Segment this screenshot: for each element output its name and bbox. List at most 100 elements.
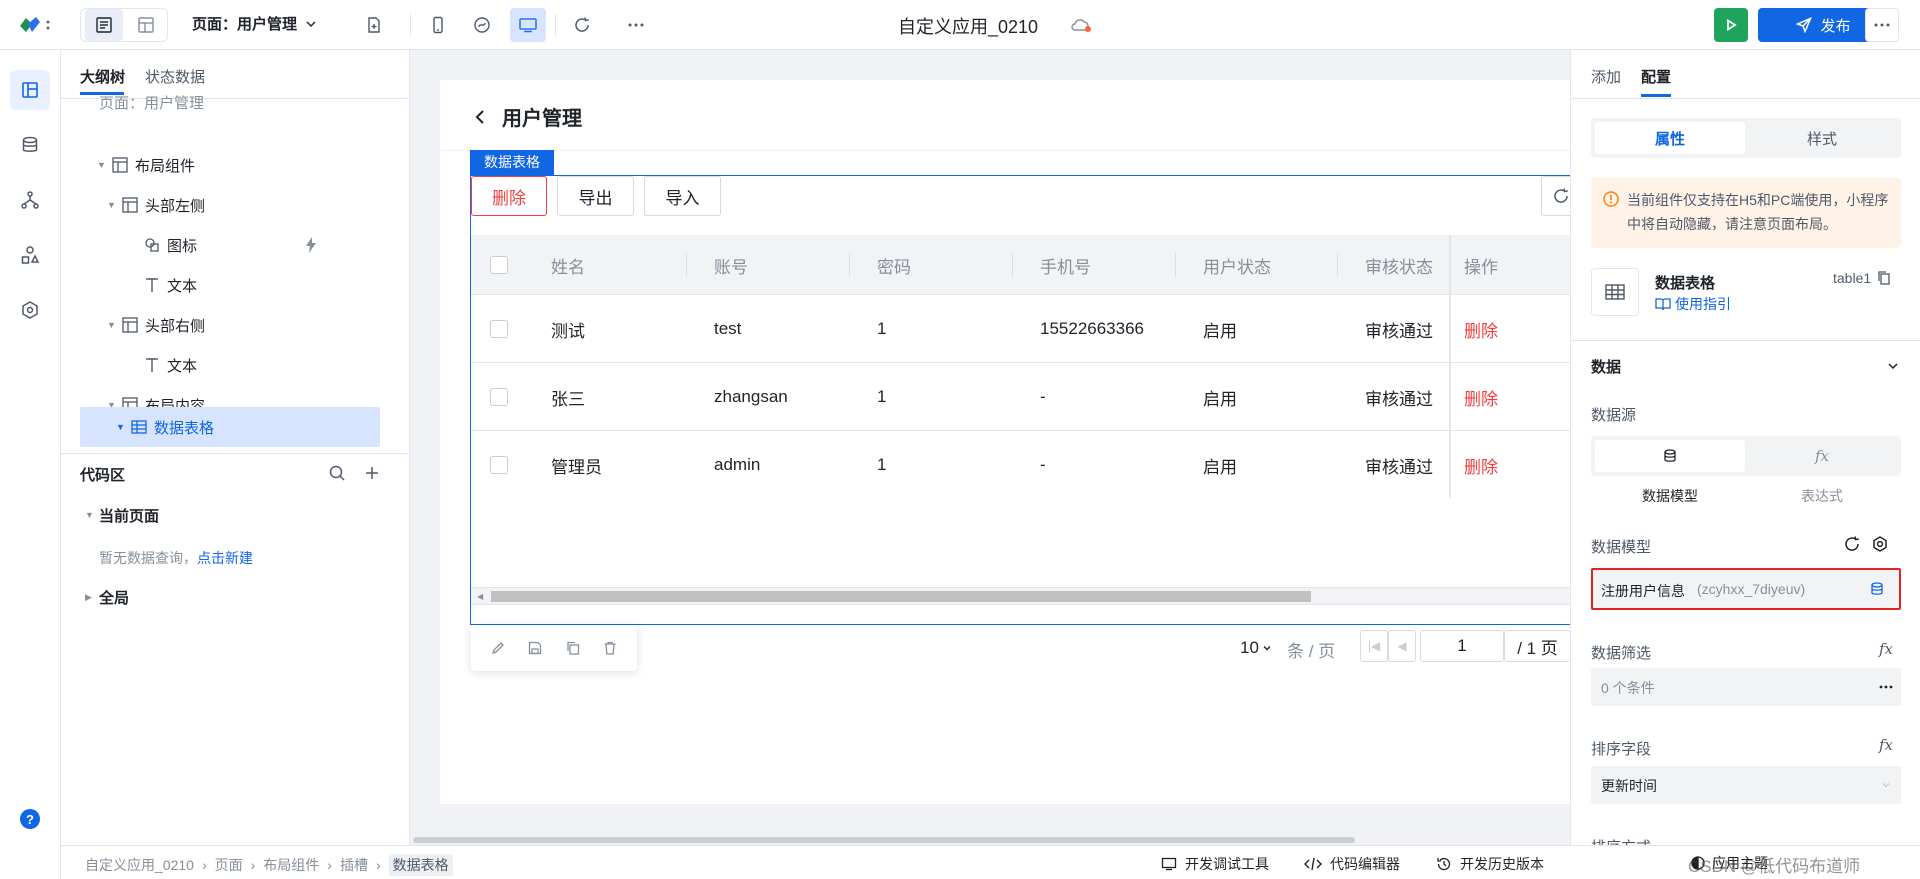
column-header[interactable]: 密码	[877, 235, 911, 295]
flow-icon[interactable]	[10, 180, 50, 220]
scrollbar-thumb[interactable]	[491, 591, 1311, 602]
save-icon[interactable]	[527, 640, 543, 656]
row-checkbox[interactable]	[490, 388, 508, 406]
tab-config[interactable]: 配置	[1641, 66, 1671, 87]
data-model-select[interactable]: 注册用户信息 (zcyhxx_7diyeuv)	[1591, 568, 1901, 610]
component-tag[interactable]: 数据表格	[470, 150, 554, 175]
more-horizontal-icon[interactable]	[1879, 685, 1893, 689]
horizontal-scrollbar[interactable]: ◀	[471, 587, 1571, 605]
canvas-scrollbar-thumb[interactable]	[413, 837, 1355, 843]
chevron-down-icon[interactable]	[1887, 360, 1899, 372]
first-page-icon[interactable]: |◀	[1360, 630, 1388, 662]
tab-active-indicator	[1641, 94, 1671, 97]
layout-view-icon[interactable]	[127, 9, 165, 41]
table-component-selection[interactable]: 删除 导出 导入 姓名 账号 密码 手机号 用户状态 审核状态 操作 测试 te…	[470, 175, 1581, 625]
code-editor-button[interactable]: 代码编辑器	[1304, 854, 1400, 874]
settings-hex-icon[interactable]	[10, 290, 50, 330]
dev-tools-button[interactable]: 开发调试工具	[1161, 854, 1269, 874]
database-icon[interactable]	[10, 125, 50, 165]
fx-icon[interactable]: fx	[1747, 440, 1897, 472]
components-icon[interactable]	[10, 235, 50, 275]
sort-field-select[interactable]: 更新时间	[1591, 766, 1901, 804]
copy-icon[interactable]	[1877, 270, 1891, 286]
page-view-icon[interactable]	[85, 9, 123, 41]
column-header[interactable]: 姓名	[551, 235, 585, 295]
import-button[interactable]: 导入	[644, 176, 721, 216]
tab-add[interactable]: 添加	[1591, 66, 1621, 87]
delete-button[interactable]: 删除	[471, 176, 547, 216]
help-icon[interactable]: ?	[20, 809, 40, 829]
search-icon[interactable]	[328, 464, 346, 482]
history-button[interactable]: 开发历史版本	[1436, 854, 1544, 874]
layout-icon	[121, 316, 139, 334]
tree-node-data-table[interactable]: ▼ 数据表格	[116, 408, 214, 446]
add-icon[interactable]	[363, 464, 381, 482]
usage-guide-link[interactable]: 使用指引	[1655, 294, 1731, 314]
run-preview-button[interactable]	[1714, 8, 1748, 42]
more-actions-button[interactable]	[1865, 8, 1899, 42]
add-page-icon[interactable]	[356, 8, 392, 42]
section-data-title[interactable]: 数据	[1591, 356, 1621, 377]
create-query-link[interactable]: 点击新建	[197, 550, 253, 566]
canvas-horizontal-scrollbar[interactable]	[410, 836, 1570, 845]
tree-node-text[interactable]: 文本	[129, 346, 197, 384]
page-selector[interactable]: 页面：用户管理	[192, 13, 317, 34]
fx-icon[interactable]: fx	[1879, 736, 1893, 754]
miniprogram-preview-icon[interactable]	[464, 8, 500, 42]
tree-node-text[interactable]: 文本	[129, 266, 197, 304]
tree-node-icon[interactable]: 图标	[129, 226, 197, 264]
row-delete-link[interactable]: 删除	[1464, 432, 1498, 498]
more-icon[interactable]	[618, 8, 654, 42]
column-header[interactable]: 操作	[1464, 235, 1498, 295]
watermark: CSDN @低代码布道师	[1688, 857, 1861, 876]
cloud-sync-icon[interactable]	[1070, 16, 1092, 34]
mobile-preview-icon[interactable]	[420, 8, 456, 42]
row-delete-link[interactable]: 删除	[1464, 364, 1498, 430]
database-icon[interactable]	[1869, 581, 1885, 597]
breadcrumb-item[interactable]: 页面	[215, 855, 243, 875]
page-number-input[interactable]: 1	[1420, 630, 1504, 662]
row-delete-link[interactable]: 删除	[1464, 296, 1498, 362]
global-node[interactable]: ▶ 全局	[85, 578, 129, 616]
caret-down-icon: ▼	[107, 320, 116, 330]
warning-icon	[1603, 191, 1619, 207]
refresh-icon[interactable]	[1843, 535, 1861, 553]
refresh-icon[interactable]	[564, 8, 600, 42]
datasource-model-option[interactable]	[1595, 440, 1745, 472]
tab-outline-tree[interactable]: 大纲树	[80, 66, 125, 87]
tree-node-page[interactable]: 页面：用户管理	[85, 88, 204, 116]
copy-icon[interactable]	[565, 640, 581, 656]
column-header[interactable]: 账号	[714, 235, 748, 295]
trash-icon[interactable]	[602, 640, 618, 656]
row-checkbox[interactable]	[490, 320, 508, 338]
breadcrumb-item-current[interactable]: 数据表格	[388, 854, 453, 876]
back-arrow-icon[interactable]	[474, 109, 486, 125]
current-page-node[interactable]: ▼ 当前页面	[85, 496, 159, 534]
tab-state-data[interactable]: 状态数据	[145, 66, 205, 87]
gear-icon[interactable]	[1871, 535, 1889, 553]
data-filter-input[interactable]: 0 个条件	[1591, 668, 1901, 706]
scroll-left-icon[interactable]: ◀	[477, 592, 483, 601]
app-logo[interactable]	[18, 14, 54, 36]
edit-icon[interactable]	[490, 640, 506, 656]
pc-preview-icon[interactable]	[510, 8, 546, 42]
export-button[interactable]: 导出	[557, 176, 634, 216]
column-header[interactable]: 用户状态	[1203, 235, 1271, 295]
column-header[interactable]: 手机号	[1040, 235, 1091, 295]
tab-properties[interactable]: 属性	[1595, 122, 1745, 154]
page-size-select[interactable]: 10	[1240, 632, 1272, 664]
row-checkbox[interactable]	[490, 456, 508, 474]
tree-node-header-right[interactable]: ▼ 头部右侧	[107, 306, 205, 344]
fx-icon[interactable]: fx	[1879, 640, 1893, 658]
select-all-checkbox[interactable]	[490, 256, 508, 274]
breadcrumb-item[interactable]: 自定义应用_0210	[85, 855, 194, 875]
prev-page-icon[interactable]: ◀	[1388, 630, 1416, 662]
column-header[interactable]: 审核状态	[1365, 235, 1433, 295]
breadcrumb-item[interactable]: 布局组件	[263, 855, 319, 875]
breadcrumb-item[interactable]: 插槽	[340, 855, 368, 875]
tab-style[interactable]: 样式	[1747, 122, 1897, 154]
tree-node-layout[interactable]: ▼ 布局组件	[97, 146, 195, 184]
outline-panel-icon[interactable]	[10, 70, 50, 110]
bolt-icon[interactable]	[304, 237, 318, 253]
tree-node-header-left[interactable]: ▼ 头部左侧	[107, 186, 205, 224]
